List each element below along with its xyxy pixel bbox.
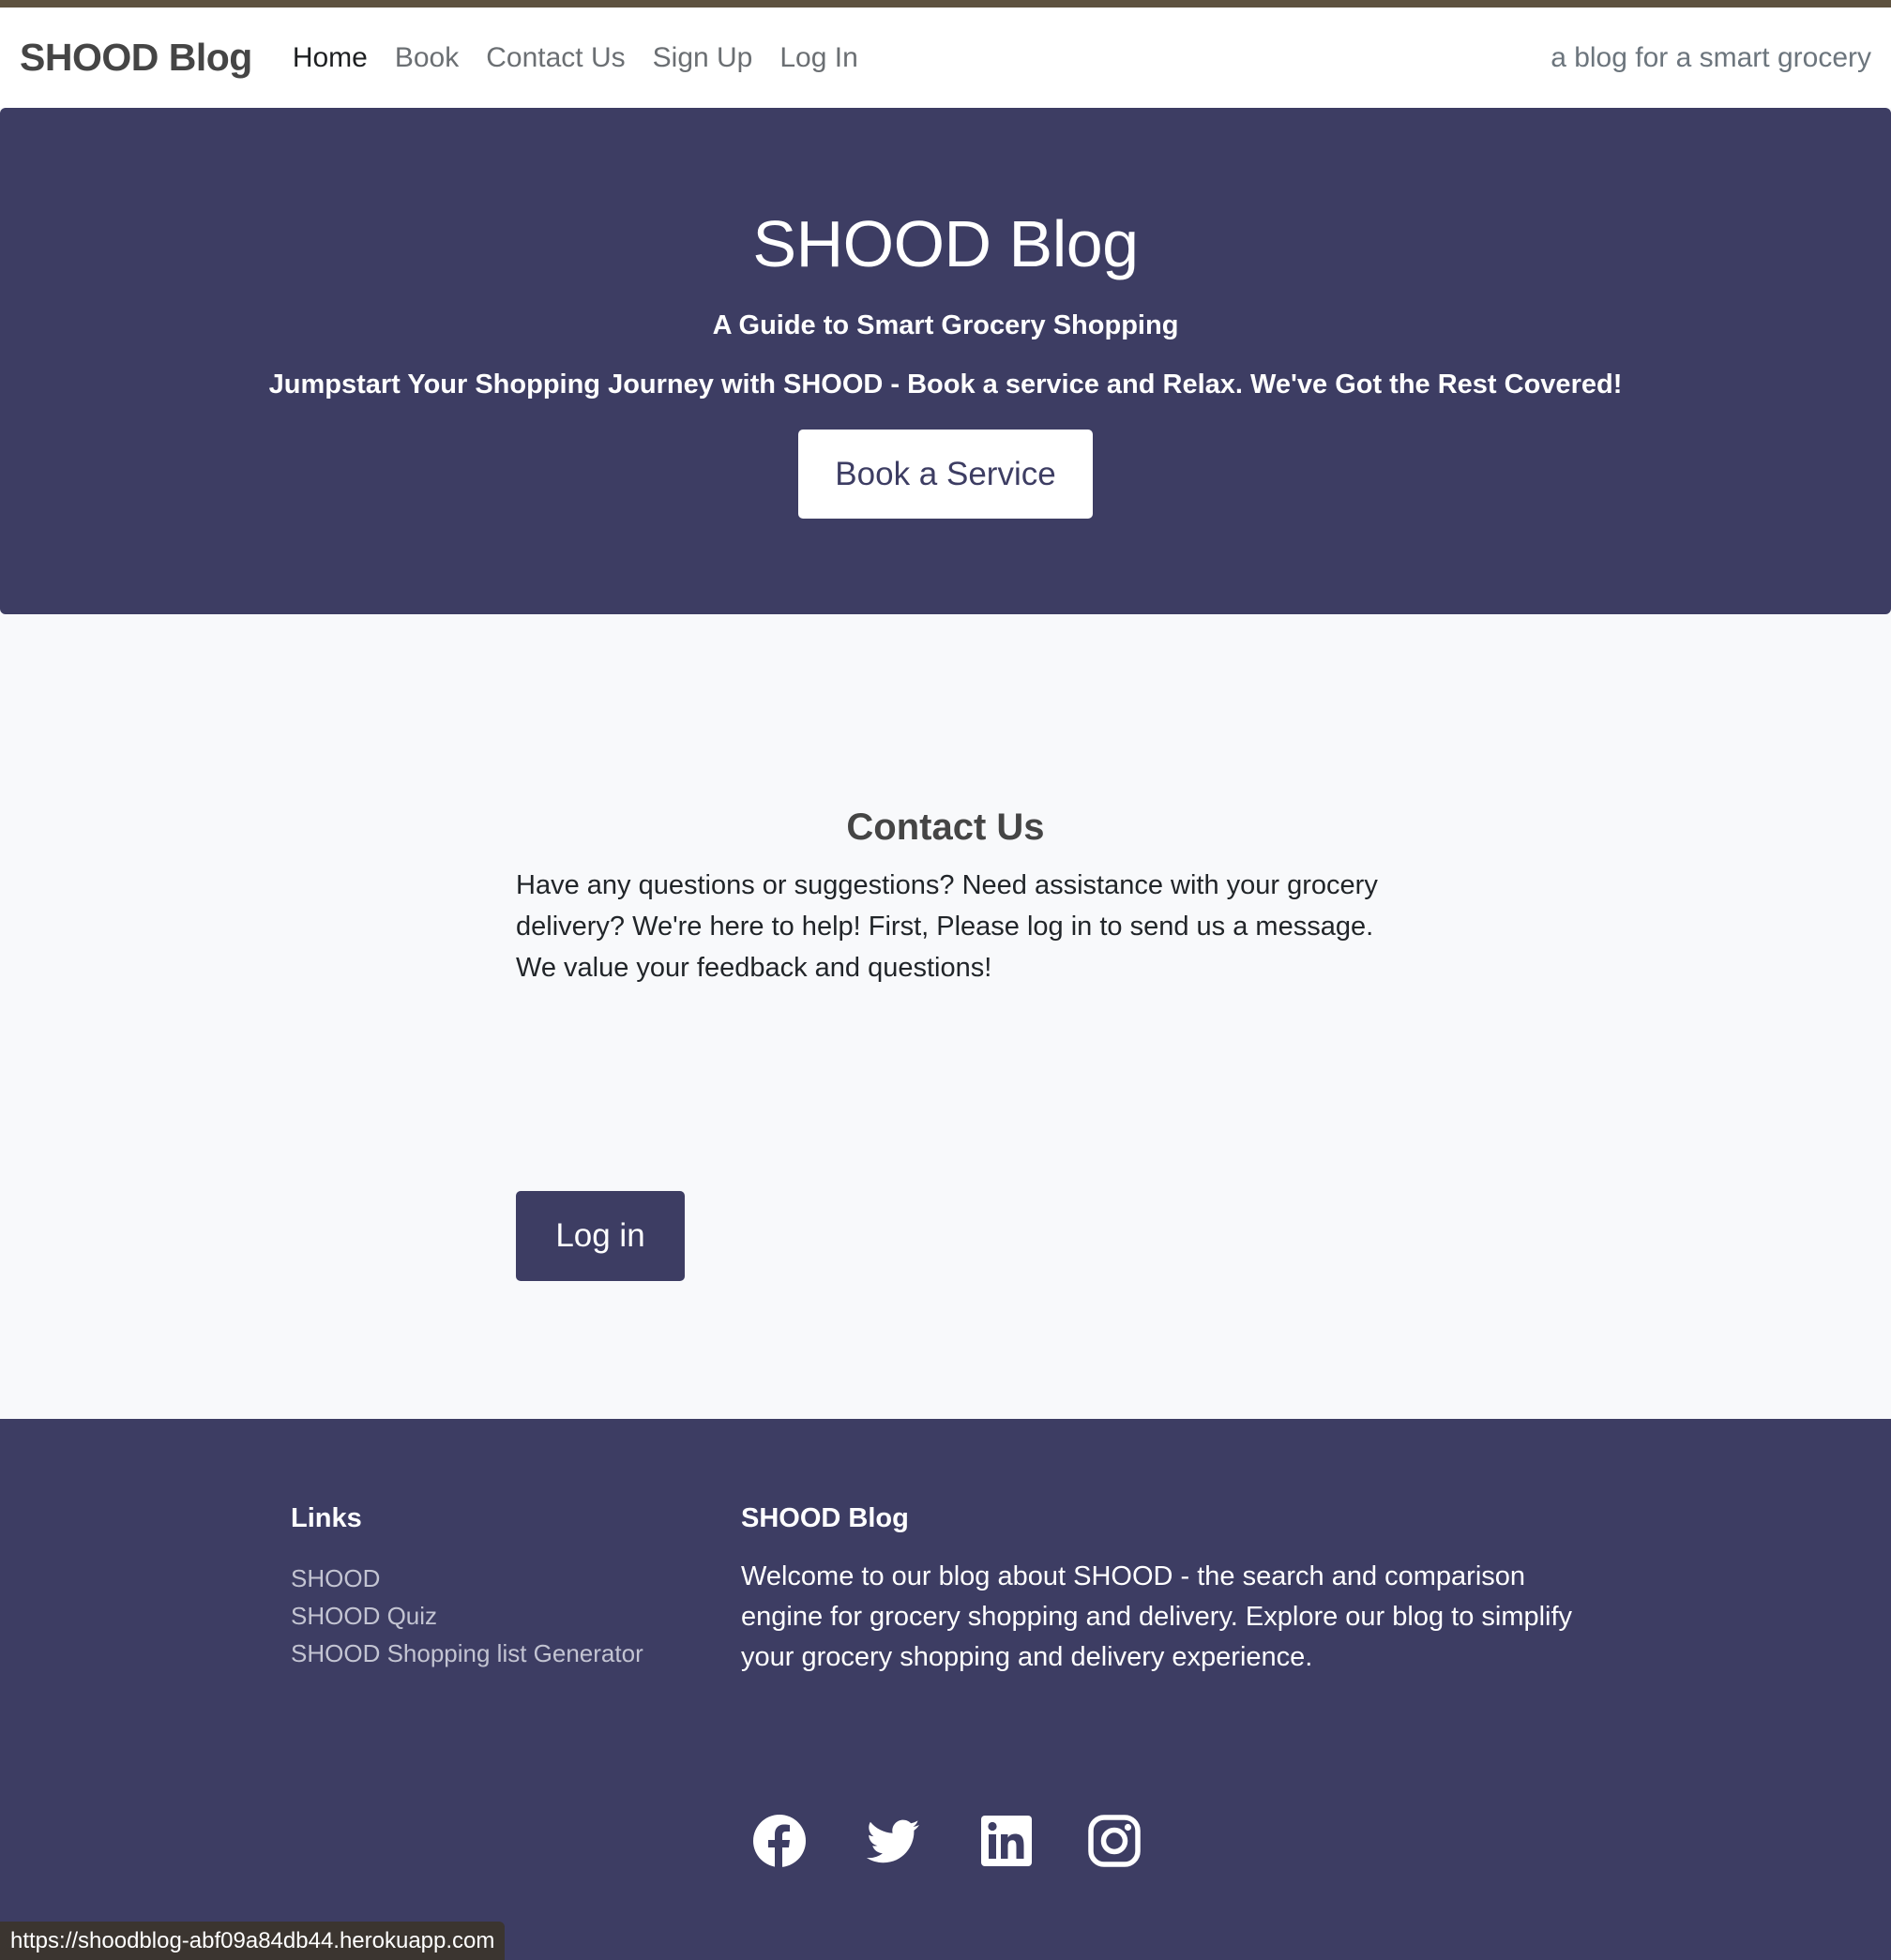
footer-about-text: Welcome to our blog about SHOOD - the se… [741, 1561, 1573, 1672]
instagram-icon[interactable] [1086, 1813, 1142, 1869]
nav-link-book[interactable]: Book [395, 42, 459, 74]
navbar-tagline: a blog for a smart grocery [1551, 41, 1871, 73]
book-a-service-button[interactable]: Book a Service [798, 430, 1093, 519]
hero-banner: SHOOD Blog A Guide to Smart Grocery Shop… [0, 108, 1891, 614]
footer-link-shood-quiz[interactable]: SHOOD Quiz [291, 1597, 643, 1635]
facebook-icon[interactable] [751, 1813, 808, 1869]
linkedin-icon[interactable] [978, 1813, 1035, 1869]
hero-lead: Jumpstart Your Shopping Journey with SHO… [268, 369, 1623, 400]
hero-subtitle: A Guide to Smart Grocery Shopping [712, 310, 1179, 340]
footer-link-shood[interactable]: SHOOD [291, 1560, 643, 1597]
footer-about-heading: SHOOD Blog [741, 1503, 909, 1533]
browser-top-strip [0, 0, 1891, 8]
contact-description: Have any questions or suggestions? Need … [516, 870, 1378, 983]
footer-links-heading: Links [291, 1503, 362, 1533]
status-bar-url: https://shoodblog-abf09a84db44.herokuapp… [0, 1922, 506, 1960]
footer: Links SHOOD SHOOD Quiz SHOOD Shopping li… [0, 1419, 1891, 1960]
navbar: SHOOD Blog Home Book Contact Us Sign Up … [0, 8, 1891, 108]
contact-title: Contact Us [846, 807, 1045, 848]
footer-links-list: SHOOD SHOOD Quiz SHOOD Shopping list Gen… [291, 1560, 643, 1672]
hero-title: SHOOD Blog [752, 207, 1139, 280]
footer-link-shopping-list-generator[interactable]: SHOOD Shopping list Generator [291, 1635, 643, 1672]
navbar-brand[interactable]: SHOOD Blog [20, 36, 252, 80]
nav-link-sign-up[interactable]: Sign Up [653, 42, 753, 74]
twitter-icon[interactable] [866, 1813, 922, 1869]
nav-link-home[interactable]: Home [293, 42, 368, 74]
nav-link-log-in[interactable]: Log In [779, 42, 857, 74]
nav-link-contact-us[interactable]: Contact Us [486, 42, 625, 74]
log-in-button[interactable]: Log in [516, 1191, 685, 1281]
